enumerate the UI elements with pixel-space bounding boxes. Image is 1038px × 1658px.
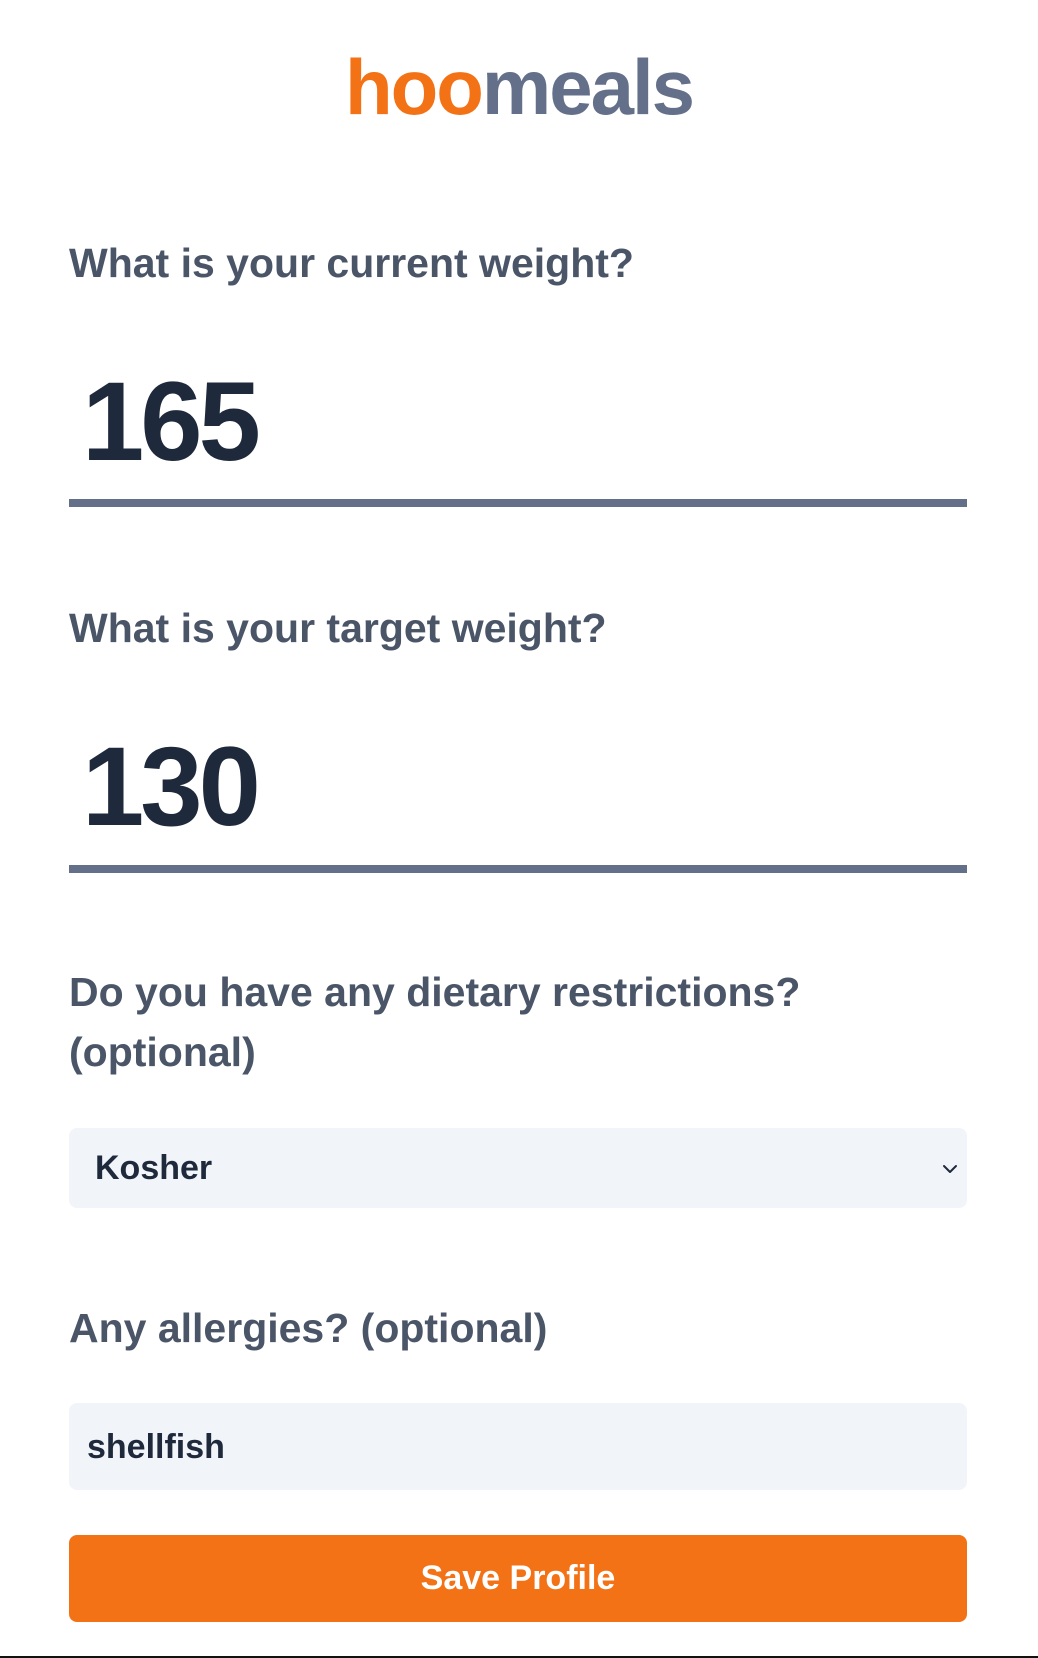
target-weight-underline [69,865,967,873]
allergies-input-value: shellfish [87,1428,225,1466]
target-weight-label: What is your target weight? [69,605,607,651]
logo-part-meals: meals [481,43,695,131]
current-weight-underline [69,499,967,507]
dietary-restrictions-label: Do you have any dietary restrictions? (o… [69,962,969,1082]
logo-part-hoo: hoo [344,43,484,131]
target-weight-input[interactable]: 130 [82,727,261,847]
dietary-label-line1: Do you have any dietary restrictions? [69,969,801,1015]
dietary-selected-value: Kosher [95,1149,213,1187]
current-weight-input[interactable]: 165 [82,362,261,482]
allergies-input[interactable]: shellfish [69,1403,967,1490]
app-logo: hoomeals [0,42,1038,132]
allergies-label: Any allergies? (optional) [69,1305,548,1351]
current-weight-label: What is your current weight? [69,240,634,286]
chevron-down-icon [943,1165,957,1173]
dietary-label-line2: (optional) [69,1029,256,1075]
save-profile-button[interactable]: Save Profile [69,1535,967,1622]
dietary-restrictions-select[interactable]: Kosher [69,1128,967,1208]
